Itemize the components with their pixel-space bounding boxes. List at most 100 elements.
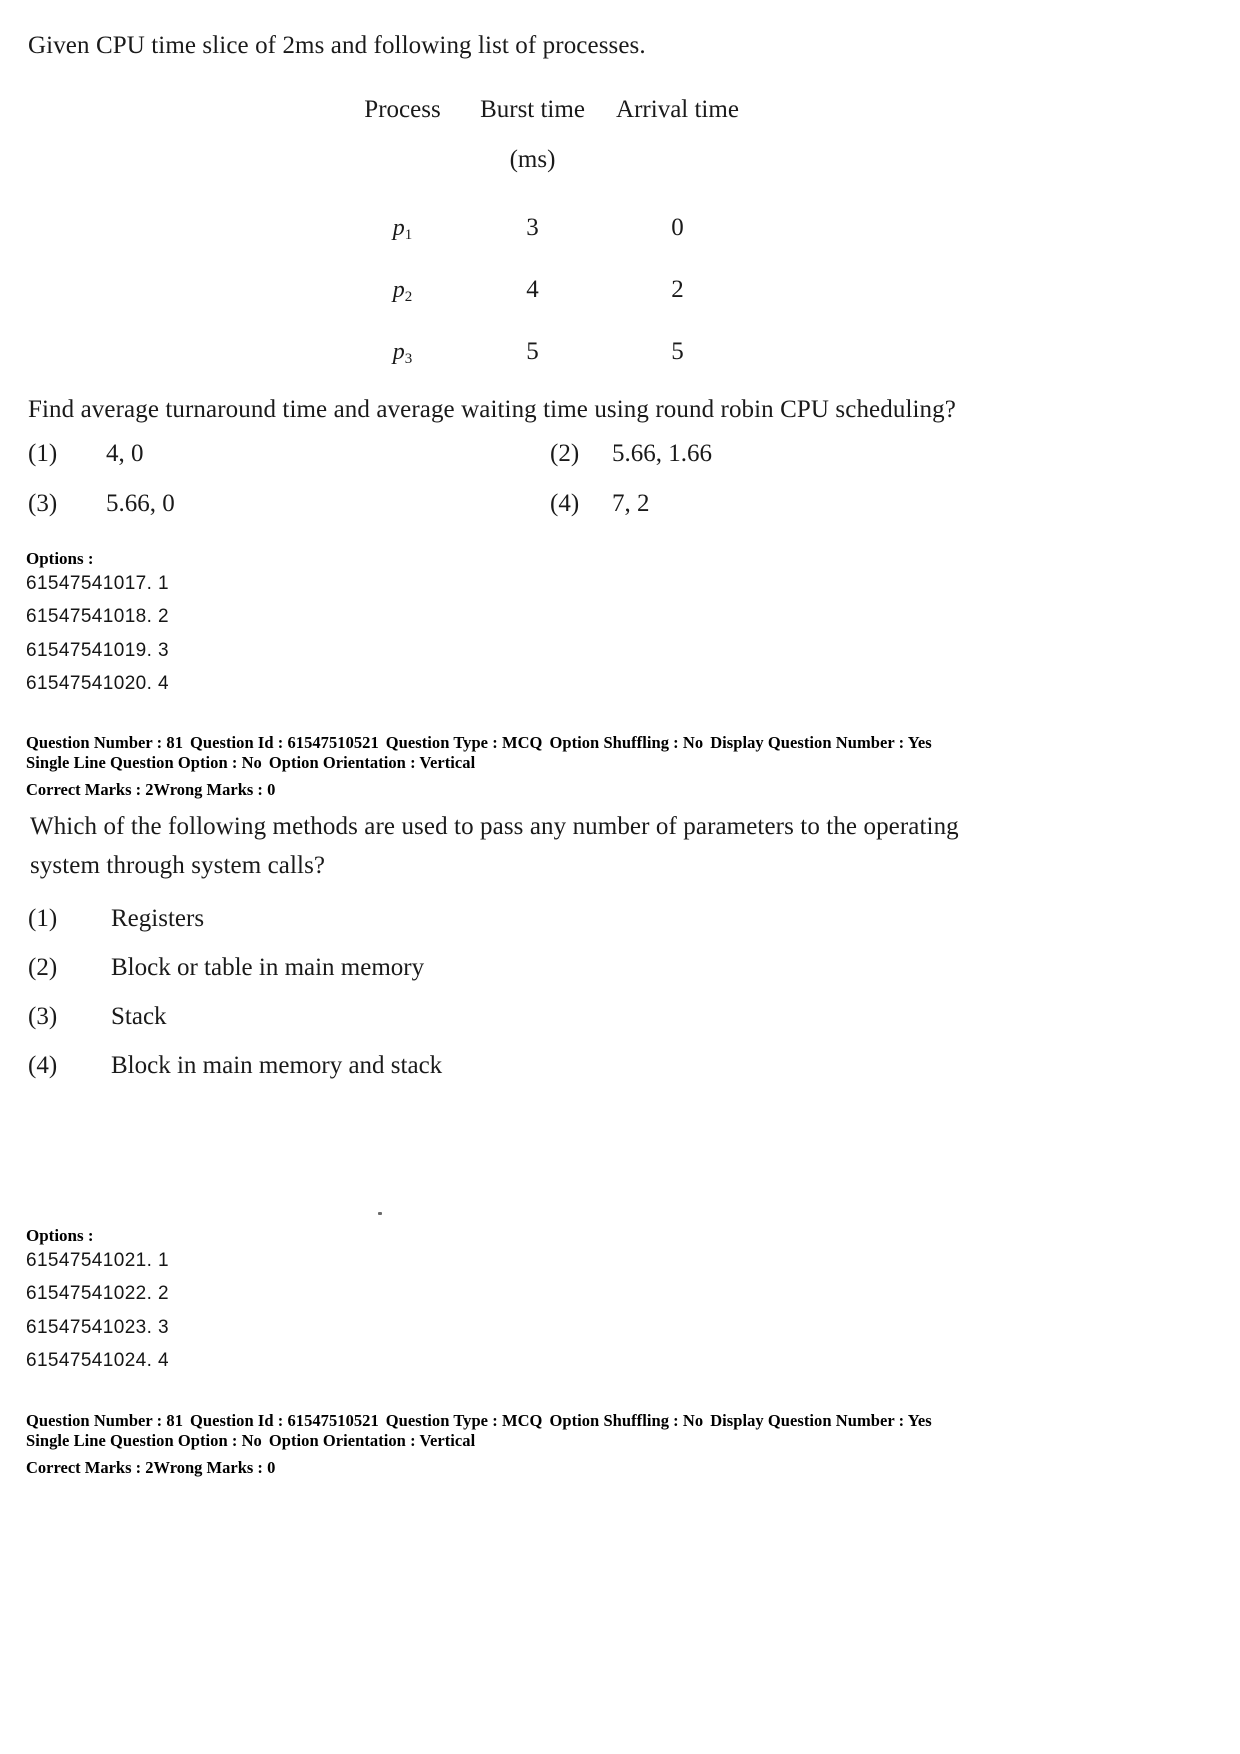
option-orientation-value: Vertical bbox=[419, 1431, 476, 1450]
question2-choice-4[interactable]: (4) Block in main memory and stack bbox=[28, 1052, 442, 1080]
choice-text: 7, 2 bbox=[612, 490, 650, 517]
display-question-number-label: Display Question Number : bbox=[710, 1411, 905, 1430]
unit-cell-arrival bbox=[600, 146, 755, 214]
question2-choice-3[interactable]: (3) Stack bbox=[28, 1003, 167, 1031]
question2-option-id-2: 61547541022. 2 bbox=[26, 1283, 169, 1304]
option-orientation-label: Option Orientation : bbox=[268, 753, 416, 772]
choice-text: Stack bbox=[111, 1003, 167, 1030]
choice-text: Registers bbox=[111, 905, 205, 932]
metadata-line-2: Single Line Question Option : No Option O… bbox=[26, 753, 1176, 773]
single-line-option-label: Single Line Question Option : bbox=[26, 1431, 238, 1450]
table-unit-row: (ms) bbox=[340, 146, 755, 214]
question2-choice-1[interactable]: (1) Registers bbox=[28, 905, 204, 933]
table-header-arrival-time: Arrival time bbox=[616, 96, 739, 123]
single-line-option-value: No bbox=[241, 753, 262, 772]
choice-text: Block in main memory and stack bbox=[111, 1052, 443, 1079]
cell-process-name: p2 bbox=[392, 277, 413, 305]
cell-arrival-time: 2 bbox=[671, 276, 684, 303]
question-type-value: MCQ bbox=[501, 733, 543, 752]
question1-choice-2[interactable]: (2) 5.66, 1.66 bbox=[550, 440, 712, 468]
question1-prompt: Find average turnaround time and average… bbox=[28, 396, 956, 423]
table-row: p1 3 0 bbox=[340, 214, 755, 276]
question1-option-id-3: 61547541019. 3 bbox=[26, 640, 169, 661]
question-id-value: 61547510521 bbox=[287, 733, 379, 752]
question-type-value: MCQ bbox=[501, 1411, 543, 1430]
option-orientation-label: Option Orientation : bbox=[268, 1431, 416, 1450]
choice-text: 5.66, 0 bbox=[106, 490, 175, 517]
choice-text: 4, 0 bbox=[106, 440, 144, 467]
correct-marks-label: Correct Marks : bbox=[26, 1458, 142, 1477]
choice-number: (3) bbox=[28, 1003, 58, 1030]
choice-number: (2) bbox=[550, 440, 580, 467]
exam-page: Given CPU time slice of 2ms and followin… bbox=[0, 0, 1240, 1754]
question1-choice-4[interactable]: (4) 7, 2 bbox=[550, 490, 650, 518]
question-type-label: Question Type : bbox=[385, 733, 498, 752]
question1-option-id-2: 61547541018. 2 bbox=[26, 606, 169, 627]
metadata-line-1: Question Number : 81 Question Id : 615475… bbox=[26, 733, 1176, 753]
choice-number: (4) bbox=[550, 490, 580, 517]
question2-stem-line-1: Which of the following methods are used … bbox=[30, 813, 959, 840]
wrong-marks-value: 0 bbox=[267, 780, 276, 799]
table-header-row: Process Burst time Arrival time bbox=[340, 96, 755, 146]
question-id-label: Question Id : bbox=[190, 733, 284, 752]
question-number-label: Question Number : bbox=[26, 1411, 163, 1430]
question1-choice-1[interactable]: (1) 4, 0 bbox=[28, 440, 144, 468]
wrong-marks-label: Wrong Marks : bbox=[153, 1458, 263, 1477]
question-id-label: Question Id : bbox=[190, 1411, 284, 1430]
correct-marks-value: 2 bbox=[145, 780, 154, 799]
choice-number: (1) bbox=[28, 440, 58, 467]
question1-metadata: Question Number : 81 Question Id : 615475… bbox=[26, 733, 1176, 773]
cell-burst-time: 3 bbox=[526, 214, 539, 241]
display-question-number-label: Display Question Number : bbox=[710, 733, 905, 752]
unit-cell-process bbox=[340, 146, 465, 214]
choice-text: 5.66, 1.66 bbox=[612, 440, 712, 467]
display-question-number-value: Yes bbox=[907, 1411, 932, 1430]
option-orientation-value: Vertical bbox=[419, 753, 476, 772]
question-number-value: 81 bbox=[166, 733, 184, 752]
question2-stem-line-2: system through system calls? bbox=[30, 852, 326, 879]
unit-cell-burst: (ms) bbox=[509, 146, 556, 173]
choice-number: (4) bbox=[28, 1052, 58, 1079]
question-number-label: Question Number : bbox=[26, 733, 163, 752]
question1-options-label: Options : bbox=[26, 549, 94, 568]
question2-choice-2[interactable]: (2) Block or table in main memory bbox=[28, 954, 424, 982]
scan-artifact-speck bbox=[378, 1212, 382, 1215]
cell-arrival-time: 0 bbox=[671, 214, 684, 241]
correct-marks-label: Correct Marks : bbox=[26, 780, 142, 799]
wrong-marks-value: 0 bbox=[267, 1458, 276, 1477]
table-header-process: Process bbox=[364, 96, 441, 123]
process-table: Process Burst time Arrival time (ms) p1 … bbox=[340, 96, 755, 400]
question1-choice-3[interactable]: (3) 5.66, 0 bbox=[28, 490, 175, 518]
table-header-burst-time: Burst time bbox=[480, 96, 585, 123]
cell-burst-time: 4 bbox=[526, 276, 539, 303]
choice-number: (2) bbox=[28, 954, 58, 981]
table-row: p2 4 2 bbox=[340, 276, 755, 338]
question2-options-label: Options : bbox=[26, 1226, 94, 1245]
option-shuffling-value: No bbox=[682, 1411, 704, 1430]
choice-number: (1) bbox=[28, 905, 58, 932]
option-shuffling-label: Option Shuffling : bbox=[549, 733, 679, 752]
display-question-number-value: Yes bbox=[907, 733, 932, 752]
question2-metadata: Question Number : 81 Question Id : 615475… bbox=[26, 1411, 1176, 1451]
cell-process-name: p1 bbox=[392, 215, 413, 243]
option-shuffling-label: Option Shuffling : bbox=[549, 1411, 679, 1430]
metadata-line-2: Single Line Question Option : No Option O… bbox=[26, 1431, 1176, 1451]
correct-marks-value: 2 bbox=[145, 1458, 154, 1477]
question1-option-id-1: 61547541017. 1 bbox=[26, 573, 169, 594]
single-line-option-label: Single Line Question Option : bbox=[26, 753, 238, 772]
metadata-line-1: Question Number : 81 Question Id : 615475… bbox=[26, 1411, 1176, 1431]
question2-option-id-3: 61547541023. 3 bbox=[26, 1317, 169, 1338]
question2-marks: Correct Marks : 2Wrong Marks : 0 bbox=[26, 1458, 275, 1478]
question1-marks: Correct Marks : 2Wrong Marks : 0 bbox=[26, 780, 275, 800]
question-id-value: 61547510521 bbox=[287, 1411, 379, 1430]
single-line-option-value: No bbox=[241, 1431, 262, 1450]
option-shuffling-value: No bbox=[682, 733, 704, 752]
question1-stem: Given CPU time slice of 2ms and followin… bbox=[28, 32, 646, 59]
question-type-label: Question Type : bbox=[385, 1411, 498, 1430]
question2-option-id-1: 61547541021. 1 bbox=[26, 1250, 169, 1271]
question-number-value: 81 bbox=[166, 1411, 184, 1430]
choice-number: (3) bbox=[28, 490, 58, 517]
question2-option-id-4: 61547541024. 4 bbox=[26, 1350, 169, 1371]
wrong-marks-label: Wrong Marks : bbox=[153, 780, 263, 799]
question1-option-id-4: 61547541020. 4 bbox=[26, 673, 169, 694]
